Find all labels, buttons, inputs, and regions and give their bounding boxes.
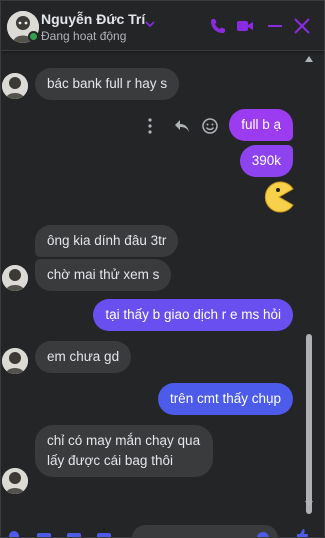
sender-avatar[interactable] bbox=[2, 73, 28, 99]
phone-icon[interactable] bbox=[208, 16, 228, 36]
message-bubble[interactable]: tại thấy b giao dịch r e ms hỏi bbox=[93, 299, 293, 331]
chat-window: Nguyễn Đức Trí Đang hoạt động bác bank f… bbox=[0, 0, 325, 538]
sender-avatar[interactable] bbox=[2, 468, 28, 494]
sender-avatar[interactable] bbox=[2, 265, 28, 291]
plus-icon[interactable] bbox=[9, 531, 19, 538]
image-icon[interactable] bbox=[37, 531, 51, 538]
minimize-icon[interactable] bbox=[265, 16, 285, 36]
chat-header: Nguyễn Đức Trí Đang hoạt động bbox=[1, 1, 324, 51]
like-icon[interactable] bbox=[295, 529, 309, 538]
message-bubble[interactable]: chờ mai thử xem s bbox=[35, 259, 172, 291]
scroll-up-icon[interactable] bbox=[305, 56, 313, 62]
scroll-down-icon[interactable] bbox=[305, 501, 313, 507]
message-bubble[interactable]: ông kia dính đâu 3tr bbox=[35, 225, 179, 257]
emoji-picker-icon[interactable] bbox=[256, 531, 270, 538]
message-input[interactable] bbox=[132, 525, 278, 538]
more-icon[interactable] bbox=[147, 117, 153, 135]
chevron-down-icon[interactable] bbox=[144, 18, 156, 30]
gif-icon[interactable] bbox=[97, 531, 111, 538]
message-bubble[interactable]: 390k bbox=[239, 145, 293, 177]
message-bubble[interactable]: em chưa gd bbox=[35, 341, 132, 373]
online-indicator bbox=[28, 31, 39, 42]
contact-status: Đang hoạt động bbox=[41, 29, 127, 43]
close-icon[interactable] bbox=[292, 16, 312, 36]
contact-name[interactable]: Nguyễn Đức Trí bbox=[41, 11, 145, 27]
sender-avatar[interactable] bbox=[2, 348, 28, 374]
pacman-emoji[interactable] bbox=[263, 181, 295, 213]
message-bubble[interactable]: trên cmt thấy chụp bbox=[157, 383, 293, 415]
emoji-icon[interactable] bbox=[201, 117, 219, 135]
video-icon[interactable] bbox=[235, 16, 255, 36]
message-bubble[interactable]: chỉ có may mắn chạy qua lấy được cái bag… bbox=[35, 425, 213, 477]
sticker-icon[interactable] bbox=[67, 531, 81, 538]
message-bubble[interactable]: full b ạ bbox=[229, 109, 293, 141]
scrollbar-thumb[interactable] bbox=[306, 334, 312, 514]
reply-icon[interactable] bbox=[173, 117, 191, 135]
message-bubble[interactable]: bác bank full r hay s bbox=[35, 68, 180, 100]
